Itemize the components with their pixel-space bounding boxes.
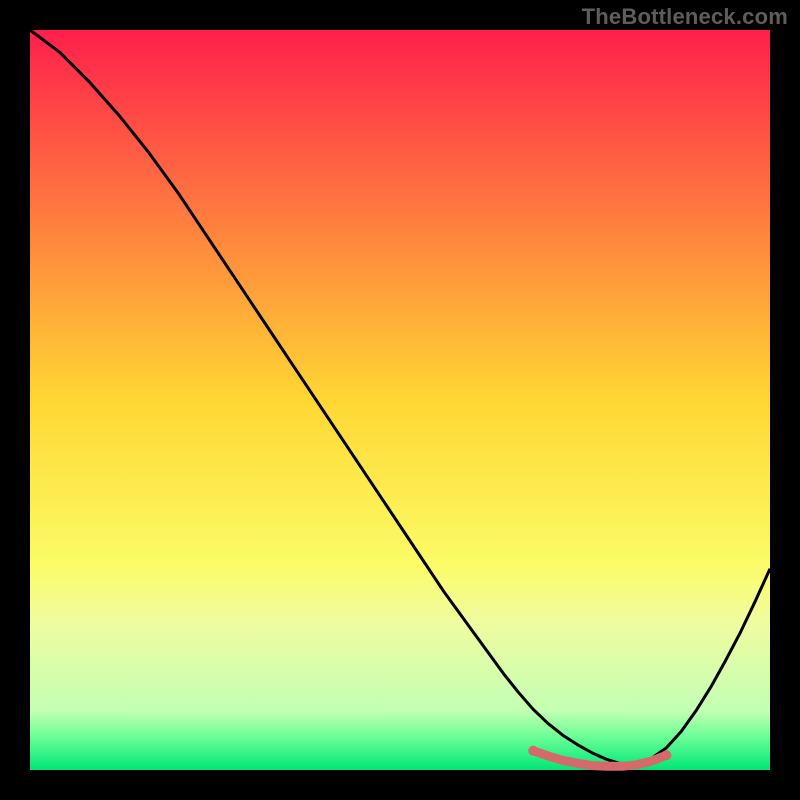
marker-end-dot [661, 750, 671, 760]
chart-frame: TheBottleneck.com [0, 0, 800, 800]
watermark-label: TheBottleneck.com [582, 4, 788, 30]
bottleneck-chart [0, 0, 800, 800]
marker-end-dot [528, 746, 538, 756]
